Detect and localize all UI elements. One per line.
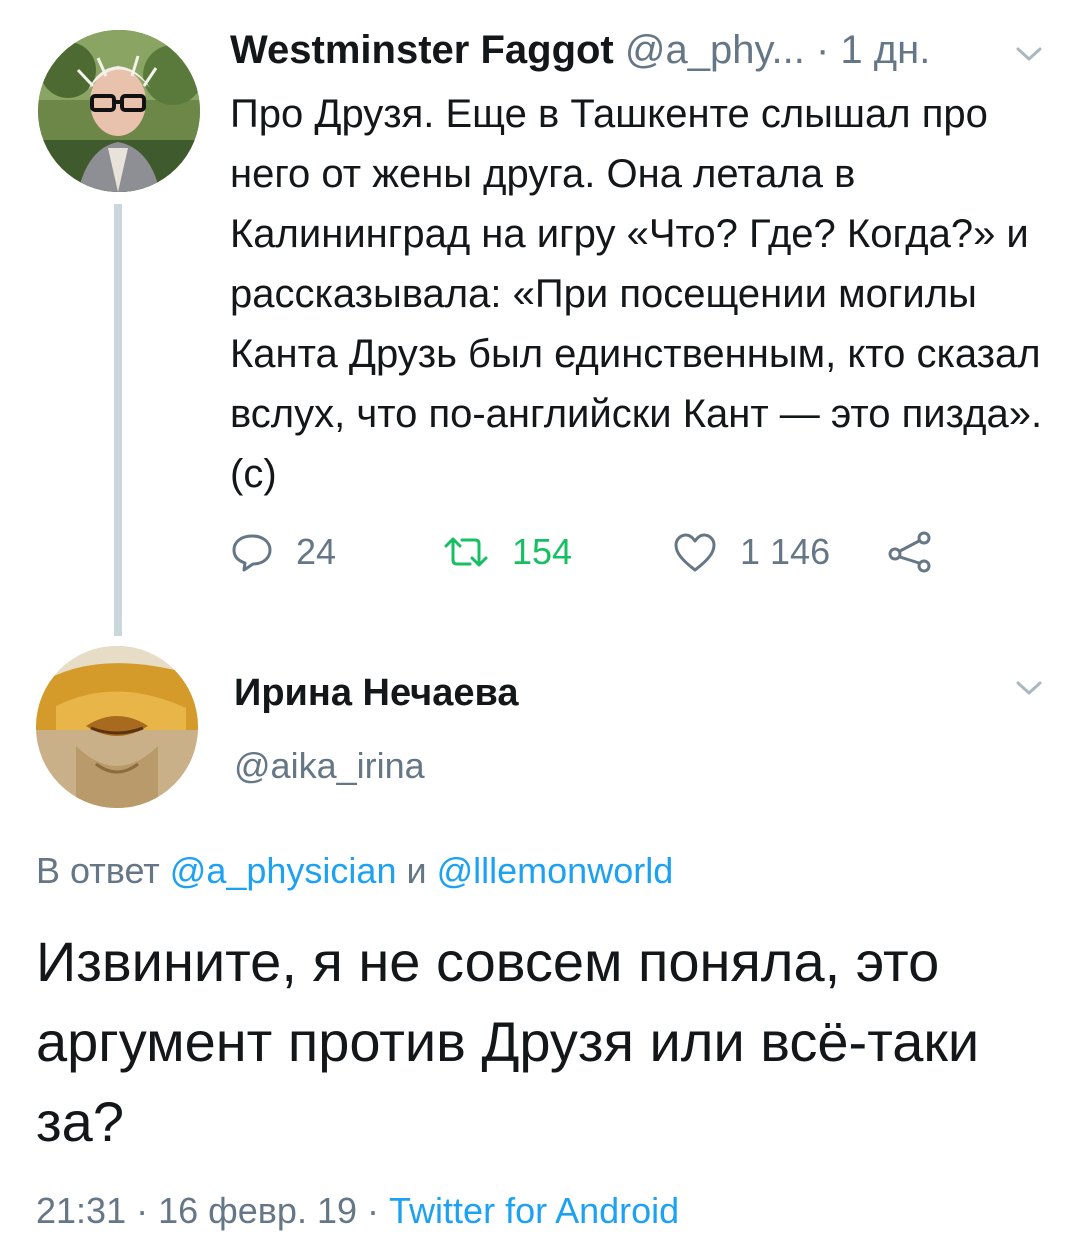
reply-icon [232,534,272,572]
reply-button[interactable]: 24 [230,522,336,582]
tweet-meta: 21:31 · 16 февр. 19 · Twitter for Androi… [36,1186,679,1236]
retweet-icon [444,537,488,567]
tweet-source-link[interactable]: Twitter for Android [389,1190,679,1231]
reply-author-name[interactable]: Ирина Нечаева [234,668,518,718]
thread-connector-line [114,204,122,636]
reply-to-conjunction: и [406,850,427,891]
parent-author-handle[interactable]: @a_phy... [625,28,805,72]
avatar-photo [36,646,198,808]
retweet-count: 154 [512,531,573,572]
parent-tweet-header: Westminster Faggot @a_phy... · 1 дн. [230,24,1050,84]
parent-tweet-actions: 24 154 1 146 [230,522,970,582]
like-button[interactable]: 1 146 [672,522,830,582]
avatar-photo [38,30,200,192]
tweet-date: 16 февр. 19 [158,1190,358,1231]
chevron-down-icon[interactable] [1012,42,1046,66]
reply-count: 24 [296,531,337,572]
parent-tweet-text: Про Друзя. Еще в Ташкенте слышал про нег… [230,92,1043,496]
share-icon [888,531,931,573]
parent-author-avatar[interactable] [38,30,200,192]
like-icon [674,533,716,572]
reply-to-prefix: В ответ [36,850,160,891]
meta-separator: · [136,1190,149,1231]
reply-tweet-text: Извините, я не совсем поняла, это аргуме… [36,930,980,1153]
header-separator: · [815,28,830,72]
mention-link[interactable]: @lllemonworld [437,850,674,891]
like-count: 1 146 [740,531,831,572]
reply-author-avatar[interactable] [36,646,198,808]
tweet-time: 21:31 [36,1190,127,1231]
meta-separator: · [367,1190,380,1231]
reply-author-handle[interactable]: @aika_irina [234,742,425,790]
chevron-down-icon[interactable] [1012,676,1046,700]
retweet-button[interactable]: 154 [442,522,572,582]
share-button[interactable] [886,522,934,582]
reply-to-line: В ответ @a_physician и @lllemonworld [36,846,673,896]
mention-link[interactable]: @a_physician [170,850,397,891]
parent-author-name[interactable]: Westminster Faggot [230,28,614,72]
parent-tweet-time[interactable]: 1 дн. [840,28,930,72]
